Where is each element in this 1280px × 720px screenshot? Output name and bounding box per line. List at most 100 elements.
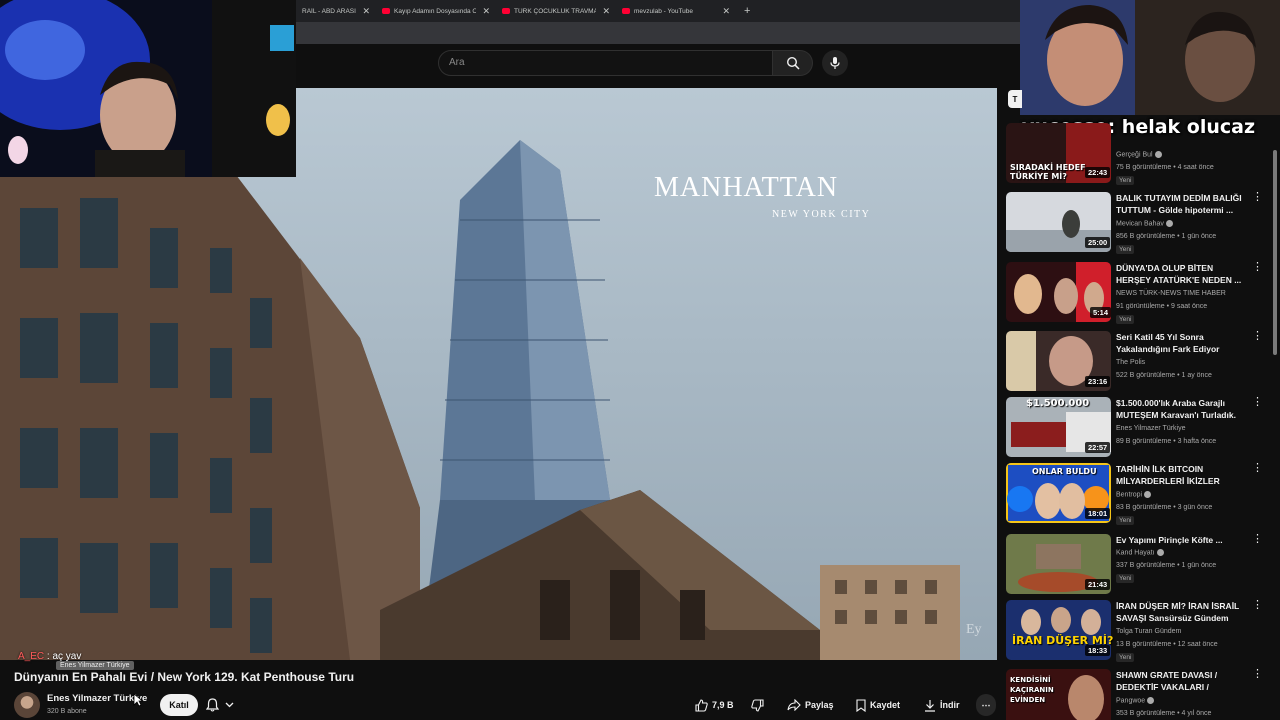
new-badge: Yeni: [1116, 245, 1135, 254]
channel-label: Mevican Bahav: [1116, 220, 1164, 228]
recommended-channel[interactable]: Gerçeği Bul: [1116, 151, 1162, 158]
download-label: İndir: [940, 700, 960, 710]
search-box[interactable]: Ara: [438, 50, 773, 76]
channel-avatar[interactable]: [14, 692, 40, 718]
recommended-video[interactable]: $1.500.000 22:57 $1.500.000'lık Araba Ga…: [1006, 397, 1272, 459]
more-vertical-icon[interactable]: ⋮: [1252, 397, 1263, 408]
close-tab-icon[interactable]: ✕: [362, 6, 370, 17]
browser-tab[interactable]: Kayıp Adamın Dosyasında Orta ✕: [376, 0, 496, 22]
close-tab-icon[interactable]: ✕: [602, 6, 610, 17]
video-duration: 18:01: [1085, 508, 1111, 519]
recommended-meta: 83 B görüntüleme • 3 gün önce: [1116, 504, 1213, 511]
voice-search-button[interactable]: [822, 50, 848, 76]
recommended-meta: 13 B görüntüleme • 12 saat önce: [1116, 641, 1218, 648]
save-label: Kaydet: [870, 700, 901, 710]
recommended-channel[interactable]: Bentropi: [1116, 491, 1152, 498]
save-button[interactable]: Kaydet: [856, 694, 900, 716]
recommended-meta: 75 B görüntüleme • 4 saat önce: [1116, 164, 1214, 171]
search-button[interactable]: [773, 50, 813, 76]
recommended-video[interactable]: 5:14 DÜNYA'DA OLUP BİTEN HERŞEY ATATÜRK'…: [1006, 262, 1272, 324]
verified-icon: [1144, 491, 1152, 498]
recommended-title[interactable]: $1.500.000'lık Araba Garajlı MUTEŞEM Kar…: [1116, 397, 1244, 421]
thumbs-down-icon: [751, 698, 764, 712]
channel-label: NEWS TÜRK-NEWS TIME HABER: [1116, 290, 1226, 297]
recommended-meta: 856 B görüntüleme • 1 gün önce: [1116, 233, 1217, 240]
browser-tab-active[interactable]: mevzulab - YouTube ✕: [616, 0, 736, 22]
address-bar[interactable]: [296, 22, 1020, 44]
recommended-channel[interactable]: Kand Hayatı: [1116, 549, 1164, 556]
recommended-channel[interactable]: The Polis: [1116, 359, 1145, 366]
recommended-meta: 337 B görüntüleme • 1 gün önce: [1116, 562, 1217, 569]
dislike-button[interactable]: [751, 694, 764, 716]
sidebar-scrollbar[interactable]: [1273, 150, 1277, 355]
bell-icon: [206, 698, 219, 712]
video-title: Dünyanın En Pahalı Evi / New York 129. K…: [14, 670, 355, 684]
video-duration: 25:00: [1085, 237, 1111, 248]
recommended-channel[interactable]: Enes Yilmazer Türkiye: [1116, 425, 1186, 432]
new-badge: Yeni: [1116, 516, 1135, 525]
channel-label: Enes Yilmazer Türkiye: [1116, 425, 1186, 432]
recommended-channel[interactable]: Mevican Bahav: [1116, 220, 1173, 227]
recommended-title[interactable]: Ev Yapımı Pirinçle Köfte ...: [1116, 534, 1244, 546]
more-vertical-icon[interactable]: ⋮: [1252, 600, 1263, 611]
more-vertical-icon[interactable]: ⋮: [1252, 331, 1263, 342]
new-badge: Yeni: [1116, 176, 1135, 185]
recommended-channel[interactable]: Tolga Turan Gündem: [1116, 628, 1181, 635]
recommended-video[interactable]: 25:00 BALIK TUTAYIM DEDİM BALIĞI TUTTUM …: [1006, 192, 1272, 254]
close-tab-icon[interactable]: ✕: [482, 6, 490, 17]
notification-button[interactable]: [206, 696, 234, 714]
more-actions-button[interactable]: ⋯: [976, 694, 996, 716]
subscriber-count: 320 B abone: [47, 708, 87, 715]
more-horizontal-icon: ⋯: [981, 699, 991, 710]
channel-label: Kand Hayatı: [1116, 549, 1155, 557]
recommended-title[interactable]: DÜNYA'DA OLUP BİTEN HERŞEY ATATÜRK'E NED…: [1116, 262, 1244, 286]
recommended-video[interactable]: KENDİSİNİ KAÇIRANIN EVİNDEN SHAWN GRATE …: [1006, 669, 1272, 720]
like-button[interactable]: 7,9 B: [695, 694, 734, 716]
channel-label: The Polis: [1116, 359, 1146, 366]
recommended-title[interactable]: İRAN DÜŞER Mİ? İRAN İSRAİL SAVAŞI Sansür…: [1116, 600, 1244, 624]
join-button[interactable]: Katıl: [160, 694, 198, 716]
recommended-title[interactable]: SHAWN GRATE DAVASI / DEDEKTİF VAKALARI /: [1116, 669, 1244, 693]
verified-icon: [1147, 697, 1155, 704]
browser-tab[interactable]: RAİL - ABD ARASINDA ✕: [296, 0, 376, 22]
streamer-webcam-left: [0, 0, 296, 177]
recommended-video[interactable]: 21:43 Ev Yapımı Pirinçle Köfte ... Kand …: [1006, 534, 1272, 596]
tab-label: TÜRK ÇOCUKLUK TRAVMALARI: [514, 7, 597, 15]
mouse-cursor-icon: [133, 693, 143, 707]
share-label: Paylaş: [805, 700, 834, 710]
new-tab-button[interactable]: +: [736, 5, 758, 17]
chat-username: A_EC: [18, 651, 45, 662]
more-vertical-icon[interactable]: ⋮: [1252, 463, 1263, 474]
recommended-title[interactable]: TARİHİN İLK BITCOIN MİLYARDERLERİ İKİZLE…: [1116, 463, 1244, 487]
search-icon: [786, 56, 800, 70]
video-overlay-title: MANHATTAN: [654, 172, 839, 203]
recommended-video[interactable]: İRAN DÜŞER Mİ? 18:33 İRAN DÜŞER Mİ? İRAN…: [1006, 600, 1272, 662]
thumbnail-text: ONLAR BULDU: [1032, 467, 1097, 476]
search-input[interactable]: Ara: [449, 57, 465, 68]
channel-watermark[interactable]: Ey: [966, 622, 982, 638]
youtube-favicon-icon: [622, 8, 630, 14]
browser-tab[interactable]: TÜRK ÇOCUKLUK TRAVMALARI ✕: [496, 0, 616, 22]
recommended-title[interactable]: BALIK TUTAYIM DEDİM BALIĞI TUTTUM - Göld…: [1116, 192, 1244, 216]
recommended-video[interactable]: 23:16 Seri Katil 45 Yıl Sonra Yakalandığ…: [1006, 331, 1272, 393]
video-duration: 21:43: [1085, 579, 1111, 590]
more-vertical-icon[interactable]: ⋮: [1252, 192, 1263, 203]
recommended-channel[interactable]: Pangwoe: [1116, 697, 1155, 704]
recommended-video[interactable]: ONLAR BULDU 18:01 TARİHİN İLK BITCOIN Mİ…: [1006, 463, 1272, 525]
filter-chip[interactable]: T: [1008, 90, 1022, 108]
channel-label: Tolga Turan Gündem: [1116, 628, 1182, 635]
share-button[interactable]: Paylaş: [787, 694, 834, 716]
download-button[interactable]: İndir: [924, 694, 960, 716]
recommended-channel[interactable]: NEWS TÜRK-NEWS TIME HABER: [1116, 290, 1226, 297]
streamer-webcam-right: [1020, 0, 1280, 115]
video-overlay-subtitle: NEW YORK CITY: [772, 209, 871, 220]
more-vertical-icon[interactable]: ⋮: [1252, 262, 1263, 273]
more-vertical-icon[interactable]: ⋮: [1252, 669, 1263, 680]
recommended-video[interactable]: SIRADAKİ HEDEF TÜRKİYE Mİ? 22:43 Gerçeği…: [1006, 123, 1272, 185]
more-vertical-icon[interactable]: ⋮: [1252, 534, 1263, 545]
close-tab-icon[interactable]: ✕: [722, 6, 730, 17]
recommended-title[interactable]: Seri Katil 45 Yıl Sonra Yakalandığını Fa…: [1116, 331, 1244, 355]
like-count: 7,9 B: [712, 700, 734, 710]
video-duration: 22:43: [1085, 167, 1111, 178]
recommended-meta: 353 B görüntüleme • 4 yıl önce: [1116, 710, 1212, 717]
